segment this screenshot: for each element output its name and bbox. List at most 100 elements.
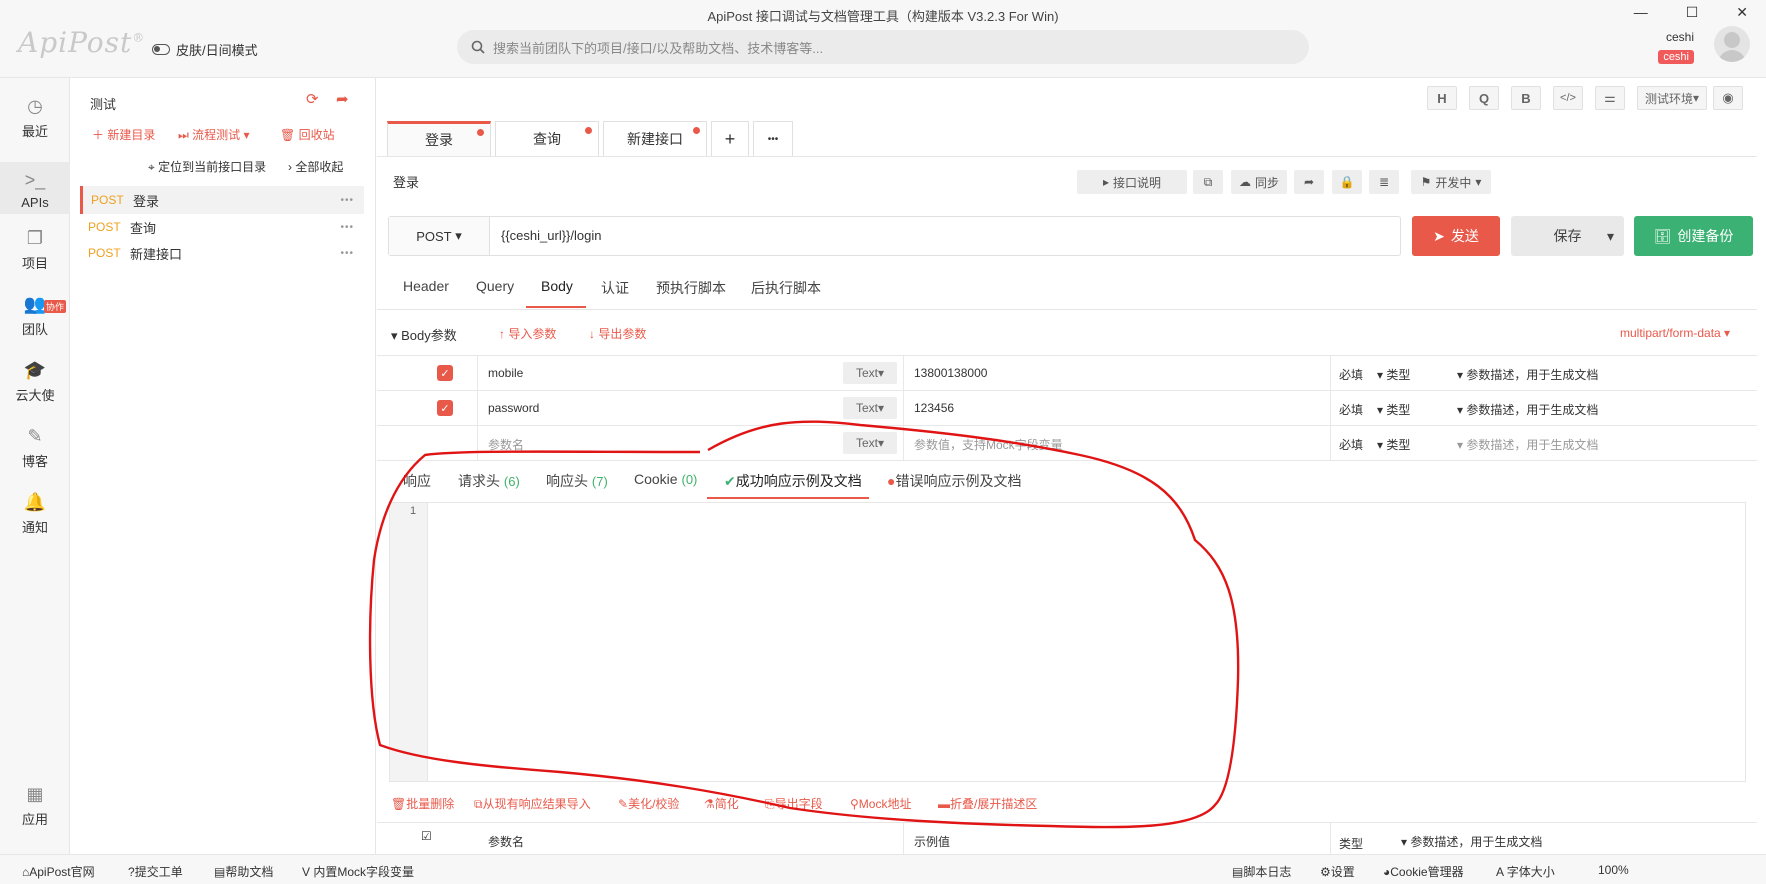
cookie-manager-button[interactable]: ◕Cookie管理器 — [1383, 863, 1464, 880]
copy-icon[interactable]: ⧉ — [1193, 170, 1223, 194]
type-select[interactable]: Text ▾ — [843, 432, 897, 454]
tree-item-login[interactable]: POST 登录 ••• — [80, 186, 364, 214]
send-button[interactable]: ➤ 发送 — [1412, 216, 1500, 256]
mock-vars-link[interactable]: V 内置Mock字段变量 — [302, 863, 414, 880]
type-select[interactable]: Text ▾ — [843, 362, 897, 384]
batch-delete-button[interactable]: 🗑批量删除 — [391, 795, 454, 812]
param-desc[interactable]: ▾ 参数描述，用于生成文档 — [1457, 401, 1598, 418]
required-select[interactable]: 必填 — [1339, 401, 1363, 418]
quote-button[interactable]: Q — [1469, 86, 1499, 110]
zoom-level[interactable]: 100% — [1598, 863, 1629, 877]
resp-tab-success-example[interactable]: ✔成功响应示例及文档 — [724, 471, 862, 491]
doc-button[interactable]: ▸ 接口说明 — [1077, 170, 1187, 194]
content-type-select[interactable]: multipart/form-data ▾ — [1620, 326, 1730, 340]
avatar[interactable] — [1714, 26, 1750, 62]
simplify-button[interactable]: ⚗简化 — [704, 795, 739, 812]
save-button[interactable]: 保存 ▾ — [1511, 216, 1624, 256]
type-select[interactable]: Text ▾ — [843, 397, 897, 419]
official-site-link[interactable]: ⌂ApiPost官网 — [22, 863, 95, 880]
tab-login[interactable]: 登录 — [387, 121, 491, 156]
param-value[interactable]: 参数值，支持Mock字段变量 — [914, 436, 1063, 453]
lock-icon[interactable]: 🔒 — [1332, 170, 1362, 194]
recycle-button[interactable]: 🗑 回收站 — [280, 126, 335, 143]
resp-tab-error-example[interactable]: ●错误响应示例及文档 — [887, 471, 1021, 491]
minimize-icon[interactable]: — — [1634, 4, 1648, 21]
nav-item-recent[interactable]: ◷ 最近 — [0, 96, 70, 146]
kind-select[interactable]: ▾ 类型 — [1377, 366, 1410, 383]
sync-button[interactable]: ☁ 同步 — [1231, 170, 1287, 194]
resp-tab-cookie[interactable]: Cookie (0) — [634, 471, 697, 487]
nav-item-apps[interactable]: ▦ 应用 — [0, 784, 70, 834]
script-log-button[interactable]: ▤脚本日志 — [1232, 863, 1291, 880]
param-desc[interactable]: ▾ 参数描述，用于生成文档 — [1457, 436, 1598, 453]
new-dir-button[interactable]: ＋ 新建目录 — [92, 126, 155, 143]
required-select[interactable]: 必填 — [1339, 436, 1363, 453]
nav-item-apis[interactable]: >_ APIs — [0, 162, 70, 214]
nav-item-team[interactable]: 👥 团队 协作 — [0, 294, 70, 344]
param-key[interactable]: mobile — [488, 366, 523, 380]
import-from-response-button[interactable]: ⧉从现有响应结果导入 — [474, 795, 591, 812]
eye-button[interactable]: ◉ — [1713, 86, 1743, 110]
subtab-header[interactable]: Header — [403, 278, 449, 294]
subtab-auth[interactable]: 认证 — [601, 278, 629, 298]
settings-sliders-button[interactable]: ⚌ — [1595, 86, 1625, 110]
locate-button[interactable]: ⌖ 定位到当前接口目录 — [148, 158, 266, 175]
url-input[interactable]: {{ceshi_url}}/login — [501, 228, 601, 243]
param-desc[interactable]: ▾ 参数描述，用于生成文档 — [1457, 366, 1598, 383]
mock-url-button[interactable]: ⚲Mock地址 — [850, 795, 911, 812]
nav-item-blog[interactable]: ✎ 博客 — [0, 426, 70, 476]
subtab-query[interactable]: Query — [476, 278, 514, 294]
close-icon[interactable]: ✕ — [1736, 4, 1748, 21]
export-params-button[interactable]: ↓ 导出参数 — [589, 325, 646, 342]
tree-item-query[interactable]: POST 查询 ••• — [80, 213, 364, 241]
refresh-icon[interactable]: ⟳ — [306, 90, 319, 108]
param-key[interactable]: password — [488, 401, 539, 415]
import-params-button[interactable]: ↑ 导入参数 — [499, 325, 556, 342]
checkbox[interactable]: ✓ — [437, 400, 453, 416]
resp-tab-req-headers[interactable]: 请求头 (6) — [458, 471, 520, 491]
flow-test-button[interactable]: ⏭ 流程测试 ▾ — [178, 126, 250, 143]
add-tab-button[interactable]: + — [711, 121, 749, 156]
subtab-body[interactable]: Body — [541, 278, 573, 294]
nav-item-ambassador[interactable]: 🎓 云大使 — [0, 360, 70, 410]
method-select[interactable]: POST ▾ — [389, 217, 490, 255]
kind-select[interactable]: ▾ 类型 — [1377, 436, 1410, 453]
body-params-toggle[interactable]: ▾ Body参数 — [391, 325, 457, 344]
user-badge[interactable]: ceshi — [1658, 50, 1694, 64]
heading-button[interactable]: H — [1427, 86, 1457, 110]
required-select[interactable]: 必填 — [1339, 366, 1363, 383]
tab-new[interactable]: 新建接口 — [603, 121, 707, 156]
code-button[interactable]: </> — [1553, 86, 1583, 110]
maximize-icon[interactable]: ☐ — [1686, 4, 1699, 21]
status-select[interactable]: ⚑ 开发中 ▾ — [1411, 170, 1491, 194]
nav-item-project[interactable]: ❐ 项目 — [0, 228, 70, 278]
help-docs-link[interactable]: ▤帮助文档 — [214, 863, 273, 880]
param-key[interactable]: 参数名 — [488, 436, 524, 453]
select-all-checkbox[interactable]: ☑ — [421, 829, 432, 843]
param-value[interactable]: 123456 — [914, 401, 954, 415]
tab-query[interactable]: 查询 — [495, 121, 599, 156]
backup-button[interactable]: 🗄 创建备份 — [1634, 216, 1753, 256]
skin-toggle[interactable]: 皮肤/日间模式 — [152, 40, 258, 59]
settings-button[interactable]: ⚙设置 — [1320, 863, 1355, 880]
font-size-button[interactable]: A 字体大小 — [1496, 863, 1555, 880]
share-icon[interactable]: ➦ — [336, 90, 349, 108]
resp-tab-resp-headers[interactable]: 响应头 (7) — [546, 471, 608, 491]
tree-item-new[interactable]: POST 新建接口 ••• — [80, 239, 364, 267]
code-editor[interactable]: 1 — [389, 502, 1746, 782]
nav-item-notify[interactable]: 🔔 通知 — [0, 492, 70, 542]
collapse-all-button[interactable]: › 全部收起 — [288, 158, 343, 175]
beautify-button[interactable]: ✎美化/校验 — [618, 795, 679, 812]
env-select[interactable]: 测试环境 ▾ — [1637, 86, 1707, 110]
bold-button[interactable]: B — [1511, 86, 1541, 110]
database-icon[interactable]: ≣ — [1369, 170, 1399, 194]
more-tabs-button[interactable]: ••• — [753, 121, 793, 156]
toggle-desc-button[interactable]: ▬折叠/展开描述区 — [938, 795, 1037, 812]
checkbox[interactable]: ✓ — [437, 365, 453, 381]
subtab-post-script[interactable]: 后执行脚本 — [751, 278, 821, 298]
global-search[interactable]: 搜索当前团队下的项目/接口/以及帮助文档、技术博客等... — [457, 30, 1309, 64]
subtab-pre-script[interactable]: 预执行脚本 — [656, 278, 726, 298]
param-value[interactable]: 13800138000 — [914, 366, 987, 380]
col-kind[interactable]: 类型 — [1339, 835, 1363, 852]
export-fields-button[interactable]: ⎘导出字段 — [765, 795, 823, 812]
